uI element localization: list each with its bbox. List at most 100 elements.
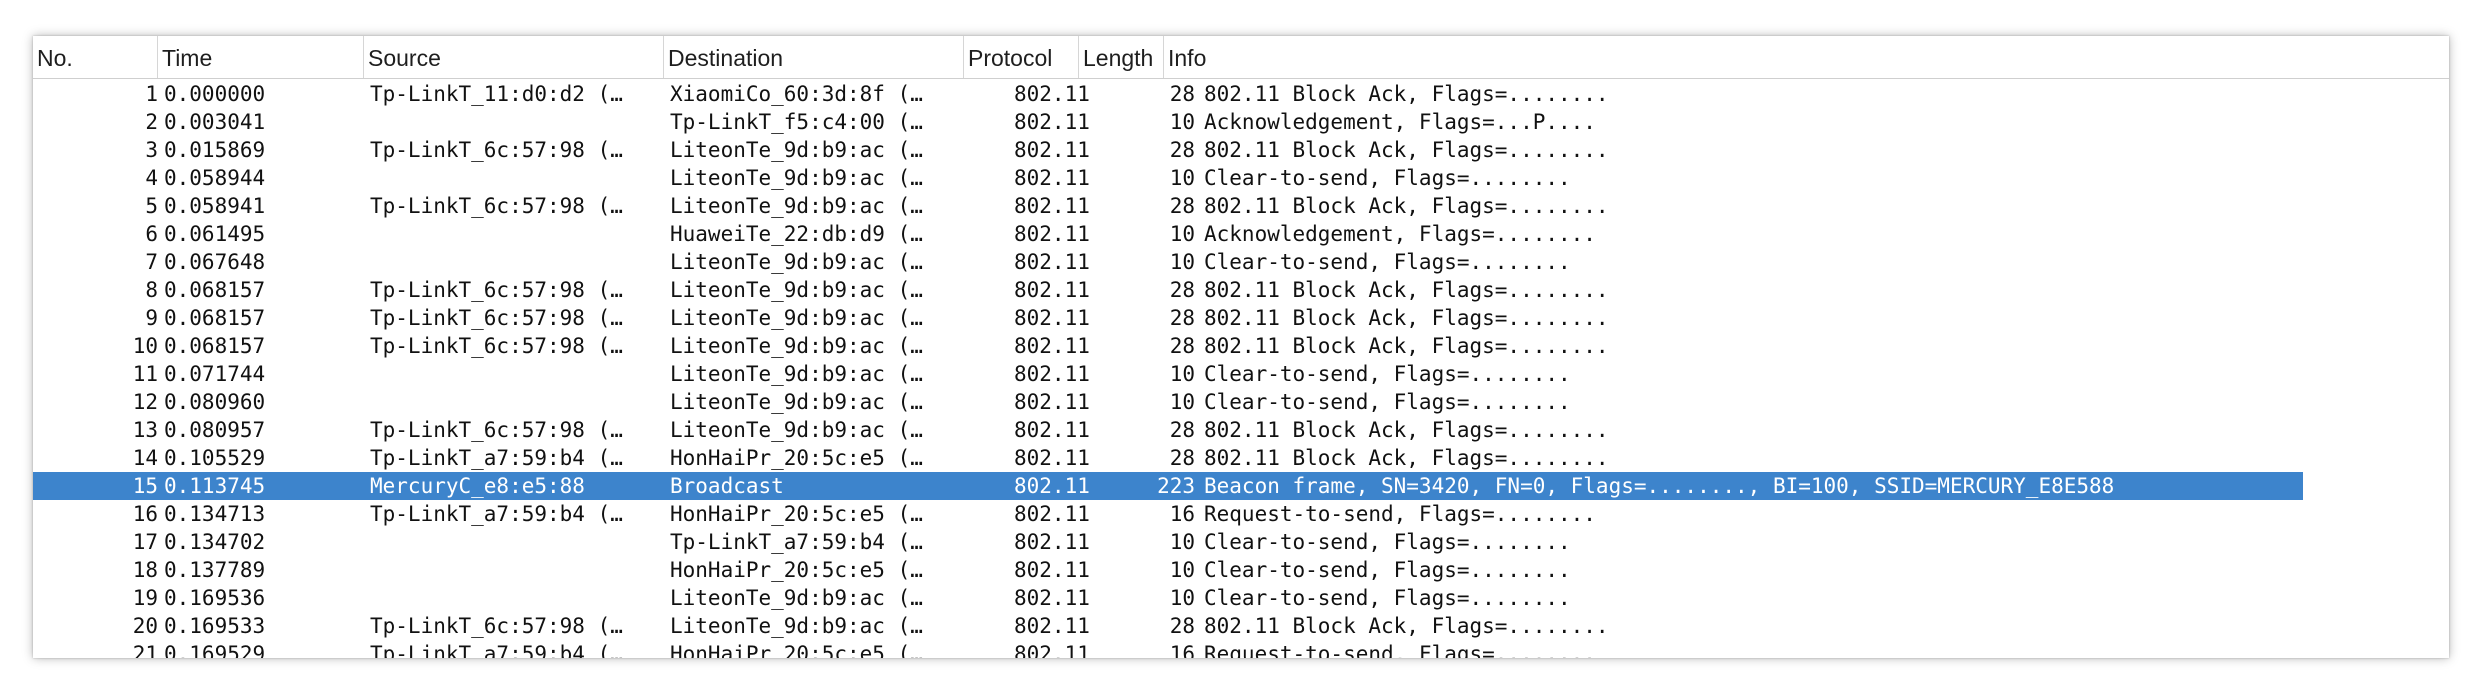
packet-no-cell: 7: [145, 250, 158, 274]
packet-source-cell: MercuryC_e8:e5:88: [370, 474, 585, 498]
packet-info-cell: 802.11 Block Ack, Flags=........: [1204, 446, 1609, 470]
column-header-destination[interactable]: Destination: [664, 36, 964, 78]
packet-length-cell: 10: [1169, 110, 1195, 134]
column-header-no[interactable]: No.: [33, 36, 158, 78]
packet-time-cell: 0.080960: [164, 390, 266, 414]
packet-source-cell: [370, 248, 670, 276]
column-header-protocol[interactable]: Protocol: [964, 36, 1079, 78]
packet-row[interactable]: 20 0.169533 Tp-LinkT_6c:57:98 (… LiteonTe_9…: [33, 612, 2303, 640]
packet-destination-cell: LiteonTe_9d:b9:ac (…: [670, 586, 923, 610]
packet-rows: 1 0.000000 Tp-LinkT_11:d0:d2 (… XiaomiCo_60…: [33, 79, 2449, 658]
packet-row[interactable]: 3 0.015869 Tp-LinkT_6c:57:98 (… LiteonTe_9d…: [33, 136, 2303, 164]
packet-row[interactable]: 13 0.080957 Tp-LinkT_6c:57:98 (… LiteonTe_9…: [33, 416, 2303, 444]
packet-row[interactable]: 11 0.071744 LiteonTe_9d:b9:ac (… 802.11 10 Cl…: [33, 360, 2303, 388]
packet-time-cell: 0.068157: [164, 278, 266, 302]
packet-row[interactable]: 5 0.058941 Tp-LinkT_6c:57:98 (… LiteonTe_9d…: [33, 192, 2303, 220]
packet-no-cell: 6: [145, 222, 158, 246]
packet-no-cell: 10: [132, 334, 158, 358]
packet-row[interactable]: 8 0.068157 Tp-LinkT_6c:57:98 (… LiteonTe_9d…: [33, 276, 2303, 304]
packet-length-cell: 10: [1169, 222, 1195, 246]
packet-protocol-cell: 802.11: [1014, 250, 1090, 274]
packet-row[interactable]: 2 0.003041 Tp-LinkT_f5:c4:00 (… 802.11 10 Ack…: [33, 108, 2303, 136]
packet-destination-cell: XiaomiCo_60:3d:8f (…: [670, 82, 923, 106]
packet-no-cell: 15: [132, 474, 158, 498]
packet-source-cell: [370, 388, 670, 416]
packet-protocol-cell: 802.11: [1014, 474, 1090, 498]
packet-info-cell: 802.11 Block Ack, Flags=........: [1204, 138, 1609, 162]
packet-source-cell: [370, 528, 670, 556]
packet-destination-cell: LiteonTe_9d:b9:ac (…: [670, 334, 923, 358]
packet-row[interactable]: 9 0.068157 Tp-LinkT_6c:57:98 (… LiteonTe_9d…: [33, 304, 2303, 332]
packet-source-cell: Tp-LinkT_6c:57:98 (…: [370, 614, 623, 638]
packet-info-cell: Clear-to-send, Flags=........: [1204, 586, 1571, 610]
packet-time-cell: 0.134702: [164, 530, 266, 554]
column-header-bar: No. Time Source Destination Protocol Len…: [33, 36, 2449, 79]
packet-protocol-cell: 802.11: [1014, 502, 1090, 526]
column-header-time[interactable]: Time: [158, 36, 364, 78]
packet-protocol-cell: 802.11: [1014, 614, 1090, 638]
packet-protocol-cell: 802.11: [1014, 446, 1090, 470]
packet-no-cell: 4: [145, 166, 158, 190]
column-header-source[interactable]: Source: [364, 36, 664, 78]
packet-info-cell: Clear-to-send, Flags=........: [1204, 166, 1571, 190]
packet-row[interactable]: 7 0.067648 LiteonTe_9d:b9:ac (… 802.11 10 Cle…: [33, 248, 2303, 276]
packet-source-cell: Tp-LinkT_6c:57:98 (…: [370, 334, 623, 358]
packet-row[interactable]: 6 0.061495 HuaweiTe_22:db:d9 (… 802.11 10 Ack…: [33, 220, 2303, 248]
packet-source-cell: Tp-LinkT_6c:57:98 (…: [370, 418, 623, 442]
packet-destination-cell: LiteonTe_9d:b9:ac (…: [670, 614, 923, 638]
packet-row[interactable]: 10 0.068157 Tp-LinkT_6c:57:98 (… LiteonTe_9…: [33, 332, 2303, 360]
packet-row[interactable]: 21 0.169529 Tp-LinkT_a7:59:b4 (… HonHaiPr_2…: [33, 640, 2303, 658]
packet-no-cell: 3: [145, 138, 158, 162]
packet-length-cell: 10: [1169, 558, 1195, 582]
packet-protocol-cell: 802.11: [1014, 194, 1090, 218]
packet-length-cell: 10: [1169, 250, 1195, 274]
packet-no-cell: 5: [145, 194, 158, 218]
packet-row[interactable]: 1 0.000000 Tp-LinkT_11:d0:d2 (… XiaomiCo_60…: [33, 80, 2303, 108]
packet-time-cell: 0.015869: [164, 138, 266, 162]
packet-destination-cell: Tp-LinkT_a7:59:b4 (…: [670, 530, 923, 554]
packet-length-cell: 10: [1169, 390, 1195, 414]
packet-length-cell: 28: [1169, 334, 1195, 358]
packet-info-cell: Beacon frame, SN=3420, FN=0, Flags=.....…: [1204, 474, 2115, 498]
packet-destination-cell: LiteonTe_9d:b9:ac (…: [670, 278, 923, 302]
packet-time-cell: 0.058941: [164, 194, 266, 218]
packet-source-cell: Tp-LinkT_6c:57:98 (…: [370, 194, 623, 218]
packet-time-cell: 0.113745: [164, 474, 266, 498]
column-header-info[interactable]: Info: [1164, 36, 2449, 78]
packet-protocol-cell: 802.11: [1014, 110, 1090, 134]
packet-row[interactable]: 14 0.105529 Tp-LinkT_a7:59:b4 (… HonHaiPr_2…: [33, 444, 2303, 472]
packet-protocol-cell: 802.11: [1014, 418, 1090, 442]
packet-protocol-cell: 802.11: [1014, 390, 1090, 414]
packet-row[interactable]: 18 0.137789 HonHaiPr_20:5c:e5 (… 802.11 10 Cl…: [33, 556, 2303, 584]
packet-row[interactable]: 12 0.080960 LiteonTe_9d:b9:ac (… 802.11 10 Cl…: [33, 388, 2303, 416]
packet-info-cell: Acknowledgement, Flags=........: [1204, 222, 1596, 246]
packet-time-cell: 0.169536: [164, 586, 266, 610]
packet-source-cell: Tp-LinkT_6c:57:98 (…: [370, 306, 623, 330]
packet-time-cell: 0.134713: [164, 502, 266, 526]
packet-info-cell: Request-to-send, Flags=........: [1204, 502, 1596, 526]
packet-length-cell: 10: [1169, 586, 1195, 610]
packet-destination-cell: HonHaiPr_20:5c:e5 (…: [670, 642, 923, 658]
packet-length-cell: 28: [1169, 446, 1195, 470]
packet-destination-cell: LiteonTe_9d:b9:ac (…: [670, 306, 923, 330]
packet-source-cell: [370, 360, 670, 388]
packet-row-selected[interactable]: 15 0.113745 MercuryC_e8:e5:88 Broadcast 802.…: [33, 472, 2303, 500]
packet-no-cell: 1: [145, 82, 158, 106]
packet-row[interactable]: 19 0.169536 LiteonTe_9d:b9:ac (… 802.11 10 Cl…: [33, 584, 2303, 612]
packet-length-cell: 28: [1169, 418, 1195, 442]
packet-row[interactable]: 16 0.134713 Tp-LinkT_a7:59:b4 (… HonHaiPr_2…: [33, 500, 2303, 528]
packet-source-cell: Tp-LinkT_a7:59:b4 (…: [370, 446, 623, 470]
packet-destination-cell: Tp-LinkT_f5:c4:00 (…: [670, 110, 923, 134]
packet-destination-cell: LiteonTe_9d:b9:ac (…: [670, 250, 923, 274]
packet-info-cell: Clear-to-send, Flags=........: [1204, 530, 1571, 554]
column-header-length[interactable]: Length: [1079, 36, 1164, 78]
packet-protocol-cell: 802.11: [1014, 362, 1090, 386]
packet-row[interactable]: 4 0.058944 LiteonTe_9d:b9:ac (… 802.11 10 Cle…: [33, 164, 2303, 192]
packet-time-cell: 0.000000: [164, 82, 266, 106]
packet-source-cell: [370, 108, 670, 136]
packet-info-cell: Request-to-send, Flags=........: [1204, 642, 1596, 658]
packet-time-cell: 0.003041: [164, 110, 266, 134]
packet-row[interactable]: 17 0.134702 Tp-LinkT_a7:59:b4 (… 802.11 10 Cl…: [33, 528, 2303, 556]
packet-destination-cell: HuaweiTe_22:db:d9 (…: [670, 222, 923, 246]
packet-destination-cell: HonHaiPr_20:5c:e5 (…: [670, 502, 923, 526]
